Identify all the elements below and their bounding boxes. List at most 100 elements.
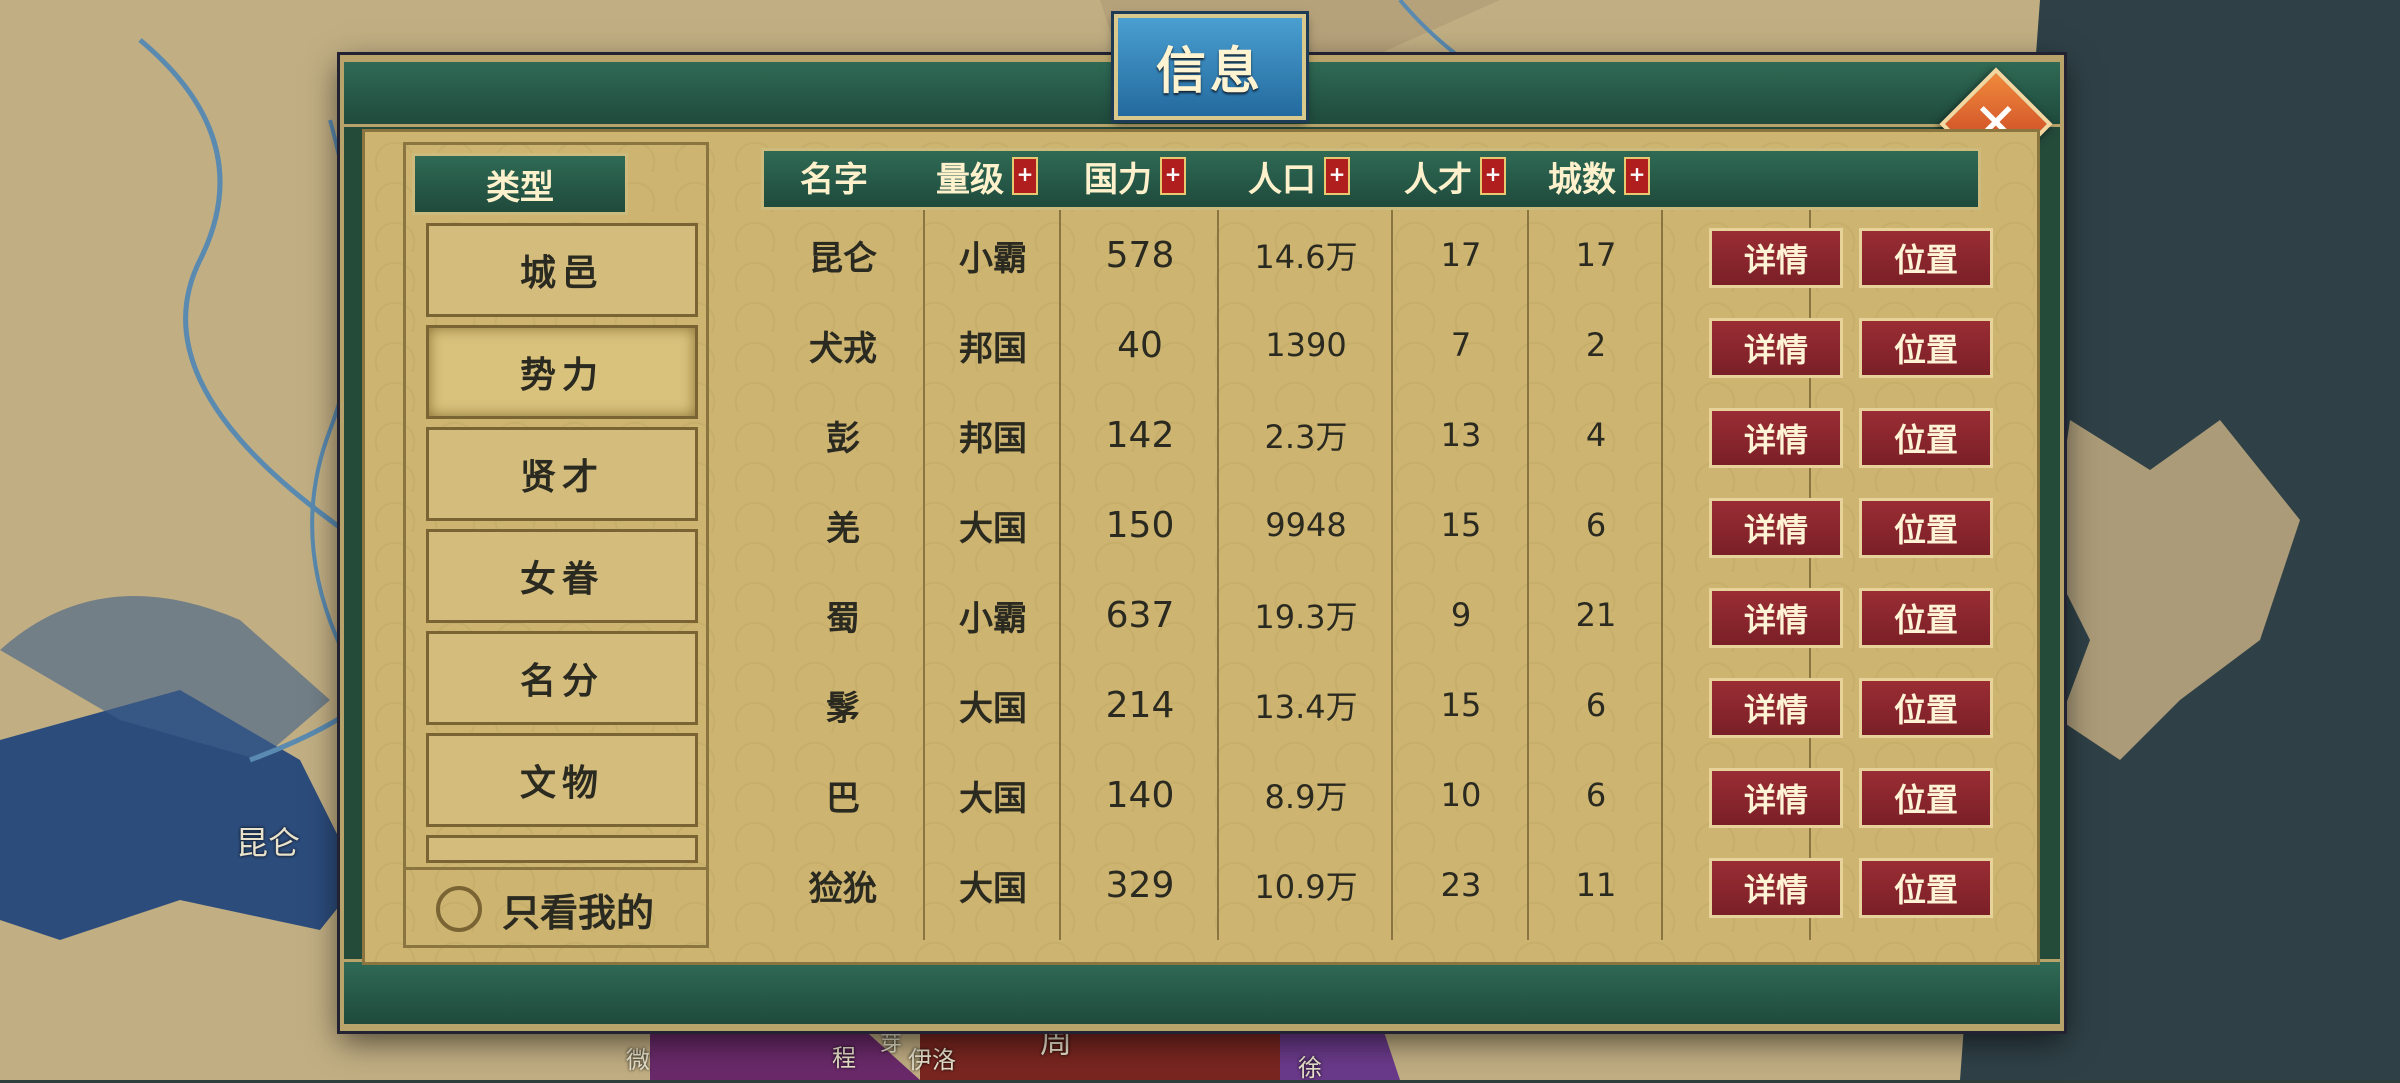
- map-label-xu: 徐: [1298, 1054, 1322, 1082]
- location-button[interactable]: 位置: [1859, 228, 1993, 288]
- detail-button[interactable]: 详情: [1709, 408, 1843, 468]
- title-plate: 信息: [1111, 11, 1309, 123]
- cell-name: 髳: [826, 688, 860, 729]
- type-item-titles[interactable]: 名分: [426, 631, 698, 725]
- cell-name: 巴: [826, 778, 860, 819]
- col-level-label: 量级: [936, 159, 1004, 200]
- radio-icon[interactable]: [436, 886, 482, 932]
- cell-level: 邦国: [959, 418, 1027, 459]
- detail-button[interactable]: 详情: [1709, 768, 1843, 828]
- cell-talent: 7: [1450, 326, 1472, 364]
- type-item-talents[interactable]: 贤才: [426, 427, 698, 521]
- col-name: 名字: [800, 151, 868, 201]
- location-button[interactable]: 位置: [1859, 678, 1993, 738]
- table-header: 名字 量级 + 国力 + 人口 + 人才 + 城数 +: [761, 148, 1981, 210]
- cell-level: 大国: [959, 778, 1027, 819]
- cell-name: 蜀: [826, 598, 860, 639]
- dialog-title: 信息: [1156, 41, 1264, 100]
- cell-talent: 15: [1440, 686, 1482, 724]
- col-power[interactable]: 国力 +: [1084, 151, 1186, 201]
- detail-button[interactable]: 详情: [1709, 498, 1843, 558]
- type-header: 类型: [412, 153, 628, 215]
- location-button[interactable]: 位置: [1859, 588, 1993, 648]
- cell-power: 40: [1117, 324, 1163, 366]
- cell-power: 140: [1105, 774, 1175, 816]
- location-button[interactable]: 位置: [1859, 318, 1993, 378]
- dialog-bottom-band: [344, 959, 2060, 1027]
- map-label-yiluo: 伊洛: [908, 1046, 956, 1074]
- cell-cities: 11: [1575, 866, 1617, 904]
- type-item-factions[interactable]: 势力: [426, 325, 698, 419]
- cell-population: 1390: [1265, 326, 1347, 364]
- info-dialog: 信息 ✕ 类型 城邑 势力 贤才 女眷 名分 文物 只看我的 名字 量级 + 国…: [340, 11, 2064, 1031]
- only-mine-label: 只看我的: [502, 889, 655, 935]
- col-level[interactable]: 量级 +: [936, 151, 1038, 201]
- detail-button[interactable]: 详情: [1709, 228, 1843, 288]
- location-button[interactable]: 位置: [1859, 858, 1993, 918]
- sort-plus-icon[interactable]: +: [1160, 157, 1186, 195]
- table-row: 巴 大国 140 8.9万 10 6 详情 位置: [761, 750, 1993, 840]
- col-talent-label: 人才: [1404, 159, 1472, 200]
- table-row: 彭 邦国 142 2.3万 13 4 详情 位置: [761, 390, 1993, 480]
- cell-power: 142: [1105, 414, 1175, 456]
- cell-power: 329: [1105, 864, 1175, 906]
- col-talent[interactable]: 人才 +: [1404, 151, 1506, 201]
- sort-plus-icon[interactable]: +: [1012, 157, 1038, 195]
- cell-population: 13.4万: [1254, 688, 1358, 726]
- only-mine-toggle[interactable]: 只看我的: [406, 867, 706, 948]
- cell-talent: 17: [1440, 236, 1482, 274]
- cell-power: 214: [1105, 684, 1175, 726]
- type-item-consorts[interactable]: 女眷: [426, 529, 698, 623]
- map-label-cheng: 程: [832, 1044, 856, 1072]
- content-panel: 类型 城邑 势力 贤才 女眷 名分 文物 只看我的 名字 量级 + 国力 + 人…: [362, 129, 2040, 965]
- table-row: 蜀 小霸 637 19.3万 9 21 详情 位置: [761, 570, 1993, 660]
- detail-button[interactable]: 详情: [1709, 588, 1843, 648]
- cell-population: 19.3万: [1254, 598, 1358, 636]
- table-body: 昆仑 小霸 578 14.6万 17 17 详情 位置 犬戎 邦国 40 139…: [761, 210, 1993, 940]
- cell-talent: 10: [1440, 776, 1482, 814]
- type-item-cities[interactable]: 城邑: [426, 223, 698, 317]
- cell-power: 578: [1105, 234, 1175, 276]
- cell-name: 彭: [826, 418, 860, 459]
- cell-population: 2.3万: [1264, 418, 1348, 456]
- sort-plus-icon[interactable]: +: [1480, 157, 1506, 195]
- type-item-relics[interactable]: 文物: [426, 733, 698, 827]
- cell-level: 大国: [959, 688, 1027, 729]
- location-button[interactable]: 位置: [1859, 498, 1993, 558]
- cell-level: 邦国: [959, 328, 1027, 369]
- col-name-label: 名字: [800, 159, 868, 200]
- cell-cities: 21: [1575, 596, 1617, 634]
- col-population-label: 人口: [1248, 159, 1316, 200]
- col-population[interactable]: 人口 +: [1248, 151, 1350, 201]
- cell-cities: 6: [1585, 686, 1607, 724]
- cell-level: 大国: [959, 868, 1027, 909]
- table-row: 猃狁 大国 329 10.9万 23 11 详情 位置: [761, 840, 1993, 930]
- sort-plus-icon[interactable]: +: [1324, 157, 1350, 195]
- type-item-more[interactable]: [426, 835, 698, 863]
- cell-cities: 17: [1575, 236, 1617, 274]
- sort-plus-icon[interactable]: +: [1624, 157, 1650, 195]
- col-power-label: 国力: [1084, 159, 1152, 200]
- cell-talent: 13: [1440, 416, 1482, 454]
- detail-button[interactable]: 详情: [1709, 858, 1843, 918]
- cell-cities: 4: [1585, 416, 1607, 454]
- cell-name: 猃狁: [809, 868, 877, 909]
- location-button[interactable]: 位置: [1859, 408, 1993, 468]
- cell-talent: 9: [1450, 596, 1472, 634]
- cell-level: 大国: [959, 508, 1027, 549]
- cell-cities: 6: [1585, 776, 1607, 814]
- cell-cities: 6: [1585, 506, 1607, 544]
- col-cities[interactable]: 城数 +: [1548, 151, 1650, 201]
- table-row: 昆仑 小霸 578 14.6万 17 17 详情 位置: [761, 210, 1993, 300]
- cell-population: 8.9万: [1264, 778, 1348, 816]
- detail-button[interactable]: 详情: [1709, 678, 1843, 738]
- detail-button[interactable]: 详情: [1709, 318, 1843, 378]
- location-button[interactable]: 位置: [1859, 768, 1993, 828]
- cell-cities: 2: [1585, 326, 1607, 364]
- table-row: 髳 大国 214 13.4万 15 6 详情 位置: [761, 660, 1993, 750]
- cell-level: 小霸: [959, 598, 1027, 639]
- cell-name: 犬戎: [809, 328, 877, 369]
- cell-name: 昆仑: [809, 238, 877, 279]
- table-row: 羌 大国 150 9948 15 6 详情 位置: [761, 480, 1993, 570]
- map-label-kunlun: 昆仑: [236, 824, 301, 862]
